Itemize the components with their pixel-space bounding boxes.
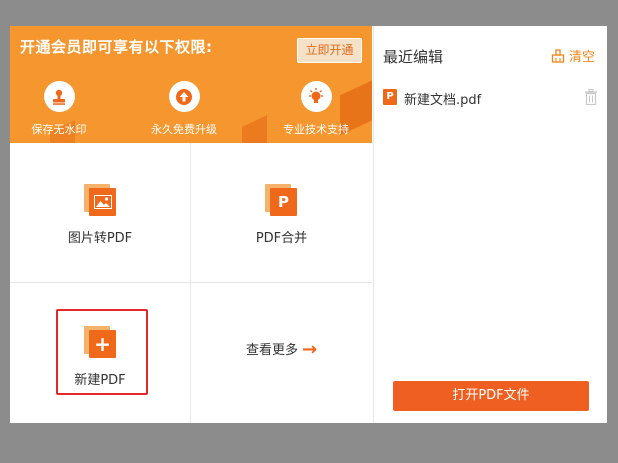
image-to-pdf-tile[interactable]: 图片转PDF xyxy=(10,143,191,283)
pdf-start-panel: 开通会员即可享有以下权限: 立即开通 保存无水印 永久免费升级 专业技术支持 图… xyxy=(10,26,607,423)
perk-tech-support: 专业技术支持 xyxy=(271,81,361,137)
recent-title: 最近编辑 xyxy=(383,48,444,66)
banner-decoration xyxy=(242,115,267,143)
file-name: 新建文档.pdf xyxy=(404,93,482,108)
broom-icon xyxy=(551,48,565,63)
stamp-icon xyxy=(43,81,75,112)
view-more-label: 查看更多 xyxy=(245,343,298,358)
recent-file-row[interactable]: P 新建文档.pdf xyxy=(383,88,598,108)
pdf-icon: P xyxy=(265,184,297,216)
perk-label: 保存无水印 xyxy=(31,123,87,136)
image-icon xyxy=(84,184,116,216)
lightbulb-icon xyxy=(300,81,332,112)
banner-title: 开通会员即可享有以下权限: xyxy=(20,38,213,56)
recent-panel: 最近编辑 清空 P 新建文档.pdf 打开PDF文件 xyxy=(373,26,607,423)
perk-no-watermark: 保存无水印 xyxy=(14,81,104,137)
activate-membership-button[interactable]: 立即开通 xyxy=(297,38,362,63)
selection-highlight xyxy=(56,309,148,395)
perk-label: 永久免费升级 xyxy=(151,123,217,136)
tile-label: PDF合并 xyxy=(255,231,308,246)
open-pdf-button[interactable]: 打开PDF文件 xyxy=(393,381,589,411)
pdf-merge-tile[interactable]: P PDF合并 xyxy=(191,143,372,283)
clear-button[interactable]: 清空 xyxy=(551,46,595,65)
tile-label: 图片转PDF xyxy=(67,231,133,246)
perk-label: 专业技术支持 xyxy=(283,123,349,136)
pdf-file-icon: P xyxy=(383,89,397,105)
arrow-right-icon: → xyxy=(301,339,318,360)
upgrade-arrow-icon xyxy=(168,81,200,112)
view-more-link[interactable]: 查看更多 → xyxy=(191,339,372,360)
clear-label: 清空 xyxy=(568,50,595,65)
member-banner: 开通会员即可享有以下权限: 立即开通 保存无水印 永久免费升级 专业技术支持 xyxy=(10,26,372,143)
perk-free-upgrade: 永久免费升级 xyxy=(139,81,229,137)
trash-icon[interactable] xyxy=(584,89,598,105)
